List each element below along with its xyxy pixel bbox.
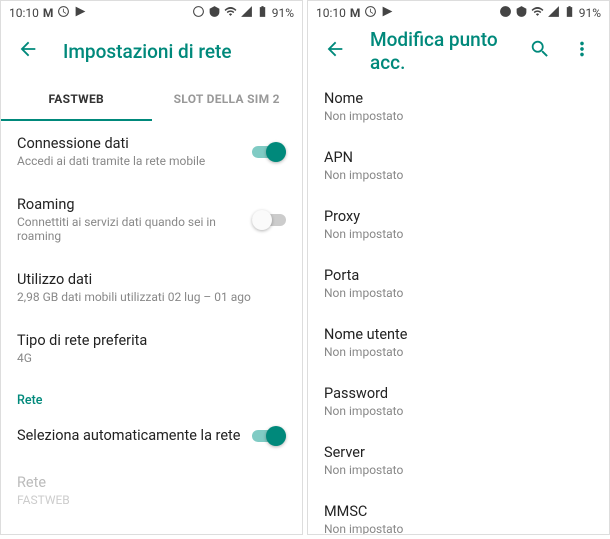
- apn-field-port[interactable]: Porta Non impostato: [308, 254, 609, 313]
- page-title: Modifica punto acc.: [370, 28, 505, 74]
- tab-sim2[interactable]: SLOT DELLA SIM 2: [152, 77, 303, 121]
- app-bar: Impostazioni di rete: [1, 25, 302, 77]
- status-app-icon: M: [43, 6, 54, 20]
- alarm-icon: [499, 5, 512, 21]
- back-button[interactable]: [324, 38, 346, 64]
- field-title: Proxy: [324, 208, 593, 225]
- setting-apn-names[interactable]: Nomi punti di accesso: [1, 521, 302, 535]
- status-time: 10:10: [9, 6, 39, 20]
- wifi-icon: [531, 5, 544, 21]
- field-value: Non impostato: [324, 168, 593, 182]
- apn-field-name[interactable]: Nome Non impostato: [308, 77, 609, 136]
- section-header-network: Rete: [1, 379, 302, 412]
- field-title: Porta: [324, 267, 593, 284]
- field-title: Server: [324, 444, 593, 461]
- field-title: MMSC: [324, 503, 593, 520]
- field-value: Non impostato: [324, 404, 593, 418]
- field-value: Non impostato: [324, 286, 593, 300]
- setting-title: Utilizzo dati: [17, 271, 286, 288]
- clock-icon: [364, 5, 377, 21]
- settings-list: Connessione dati Accedi ai dati tramite …: [1, 121, 302, 535]
- signal-icon: [547, 5, 560, 21]
- apn-field-username[interactable]: Nome utente Non impostato: [308, 313, 609, 372]
- setting-network: Rete FASTWEB: [1, 460, 302, 521]
- battery-icon: [563, 5, 576, 21]
- play-icon: [74, 5, 87, 21]
- apn-field-server[interactable]: Server Non impostato: [308, 431, 609, 490]
- clock-icon: [57, 5, 70, 21]
- field-title: APN: [324, 149, 593, 166]
- apn-field-proxy[interactable]: Proxy Non impostato: [308, 195, 609, 254]
- status-app-icon: M: [350, 6, 361, 20]
- field-value: Non impostato: [324, 522, 593, 535]
- battery-icon: [256, 5, 269, 21]
- apn-field-mmsc[interactable]: MMSC Non impostato: [308, 490, 609, 535]
- toggle-auto-network[interactable]: [252, 426, 286, 446]
- more-options-button[interactable]: [571, 38, 593, 64]
- vpn-icon: [515, 5, 528, 21]
- status-bar: 10:10 M 91%: [1, 1, 302, 25]
- setting-subtitle: 2,98 GB dati mobili utilizzati 02 lug – …: [17, 290, 286, 304]
- battery-percent: 91%: [579, 6, 601, 20]
- screen-edit-apn: 10:10 M 91% Modifica punto acc.: [307, 0, 610, 535]
- setting-roaming[interactable]: Roaming Connettiti ai servizi dati quand…: [1, 182, 302, 257]
- setting-network-type[interactable]: Tipo di rete preferita 4G: [1, 318, 302, 379]
- setting-title: Rete: [17, 474, 286, 491]
- screen-network-settings: 10:10 M 91% Impostazioni di rete FASTWEB…: [0, 0, 303, 535]
- setting-title: Roaming: [17, 196, 252, 213]
- setting-subtitle: Accedi ai dati tramite la rete mobile: [17, 154, 252, 168]
- wifi-icon: [224, 5, 237, 21]
- field-title: Password: [324, 385, 593, 402]
- setting-title: Tipo di rete preferita: [17, 332, 286, 349]
- setting-auto-select-network[interactable]: Seleziona automaticamente la rete: [1, 412, 302, 460]
- field-title: Nome utente: [324, 326, 593, 343]
- signal-icon: [240, 5, 253, 21]
- search-button[interactable]: [529, 38, 551, 64]
- status-bar: 10:10 M 91%: [308, 1, 609, 25]
- field-value: Non impostato: [324, 463, 593, 477]
- setting-subtitle: Connettiti ai servizi dati quando sei in…: [17, 215, 252, 243]
- apn-field-apn[interactable]: APN Non impostato: [308, 136, 609, 195]
- field-title: Nome: [324, 90, 593, 107]
- tabs: FASTWEB SLOT DELLA SIM 2: [1, 77, 302, 121]
- field-value: Non impostato: [324, 109, 593, 123]
- page-title: Impostazioni di rete: [63, 40, 286, 63]
- alarm-icon: [192, 5, 205, 21]
- toggle-data-connection[interactable]: [252, 142, 286, 162]
- tab-fastweb[interactable]: FASTWEB: [1, 77, 152, 121]
- toggle-roaming[interactable]: [252, 210, 286, 230]
- status-time: 10:10: [316, 6, 346, 20]
- vpn-icon: [208, 5, 221, 21]
- setting-title: Connessione dati: [17, 135, 252, 152]
- apn-fields-list: Nome Non impostato APN Non impostato Pro…: [308, 77, 609, 535]
- setting-data-usage[interactable]: Utilizzo dati 2,98 GB dati mobili utiliz…: [1, 257, 302, 318]
- play-icon: [381, 5, 394, 21]
- setting-data-connection[interactable]: Connessione dati Accedi ai dati tramite …: [1, 121, 302, 182]
- setting-subtitle: FASTWEB: [17, 493, 286, 507]
- back-button[interactable]: [17, 38, 39, 64]
- battery-percent: 91%: [272, 6, 294, 20]
- field-value: Non impostato: [324, 227, 593, 241]
- field-value: Non impostato: [324, 345, 593, 359]
- setting-title: Seleziona automaticamente la rete: [17, 427, 252, 444]
- app-bar: Modifica punto acc.: [308, 25, 609, 77]
- apn-field-password[interactable]: Password Non impostato: [308, 372, 609, 431]
- setting-subtitle: 4G: [17, 351, 286, 365]
